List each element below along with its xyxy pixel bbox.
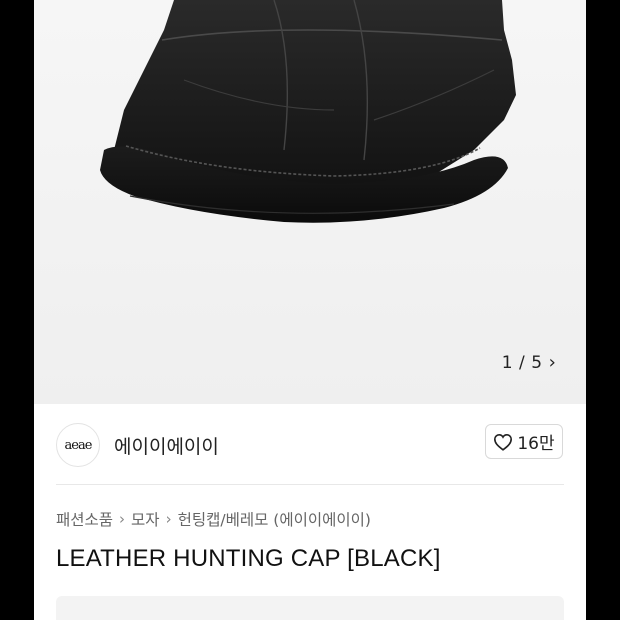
brand-logo[interactable]: aeae xyxy=(56,423,100,467)
chevron-right-icon[interactable]: › xyxy=(549,354,557,372)
breadcrumb-item-category[interactable]: 패션소품 xyxy=(56,508,113,530)
breadcrumb-item-subcategory[interactable]: 모자 xyxy=(131,508,160,530)
app-screen: 1 / 5 › aeae 에이이에이이 16만 패션소품 › 모자 › 헌팅캡/… xyxy=(34,0,586,620)
image-pager[interactable]: 1 / 5 › xyxy=(495,345,563,381)
brand-name[interactable]: 에이이에이이 xyxy=(114,432,219,459)
info-card xyxy=(56,596,564,620)
pager-separator: / xyxy=(519,353,526,373)
product-image xyxy=(100,0,516,223)
section-divider xyxy=(56,484,564,485)
pager-current: 1 xyxy=(501,353,514,373)
like-count: 16만 xyxy=(517,434,555,454)
brand-row[interactable]: aeae 에이이에이이 16만 xyxy=(34,404,586,484)
product-image-gallery[interactable]: 1 / 5 › xyxy=(34,0,586,404)
brand-logo-text: aeae xyxy=(64,437,93,453)
chevron-right-icon: › xyxy=(165,510,172,528)
heart-outline-icon xyxy=(494,433,513,451)
breadcrumb: 패션소품 › 모자 › 헌팅캡/베레모 (에이이에이이) xyxy=(56,508,371,530)
breadcrumb-item-current[interactable]: 헌팅캡/베레모 (에이이에이이) xyxy=(178,508,371,530)
like-button[interactable]: 16만 xyxy=(485,424,563,459)
product-title: LEATHER HUNTING CAP [BLACK] xyxy=(56,545,441,572)
pager-total: 5 xyxy=(531,353,543,373)
chevron-right-icon: › xyxy=(119,510,126,528)
